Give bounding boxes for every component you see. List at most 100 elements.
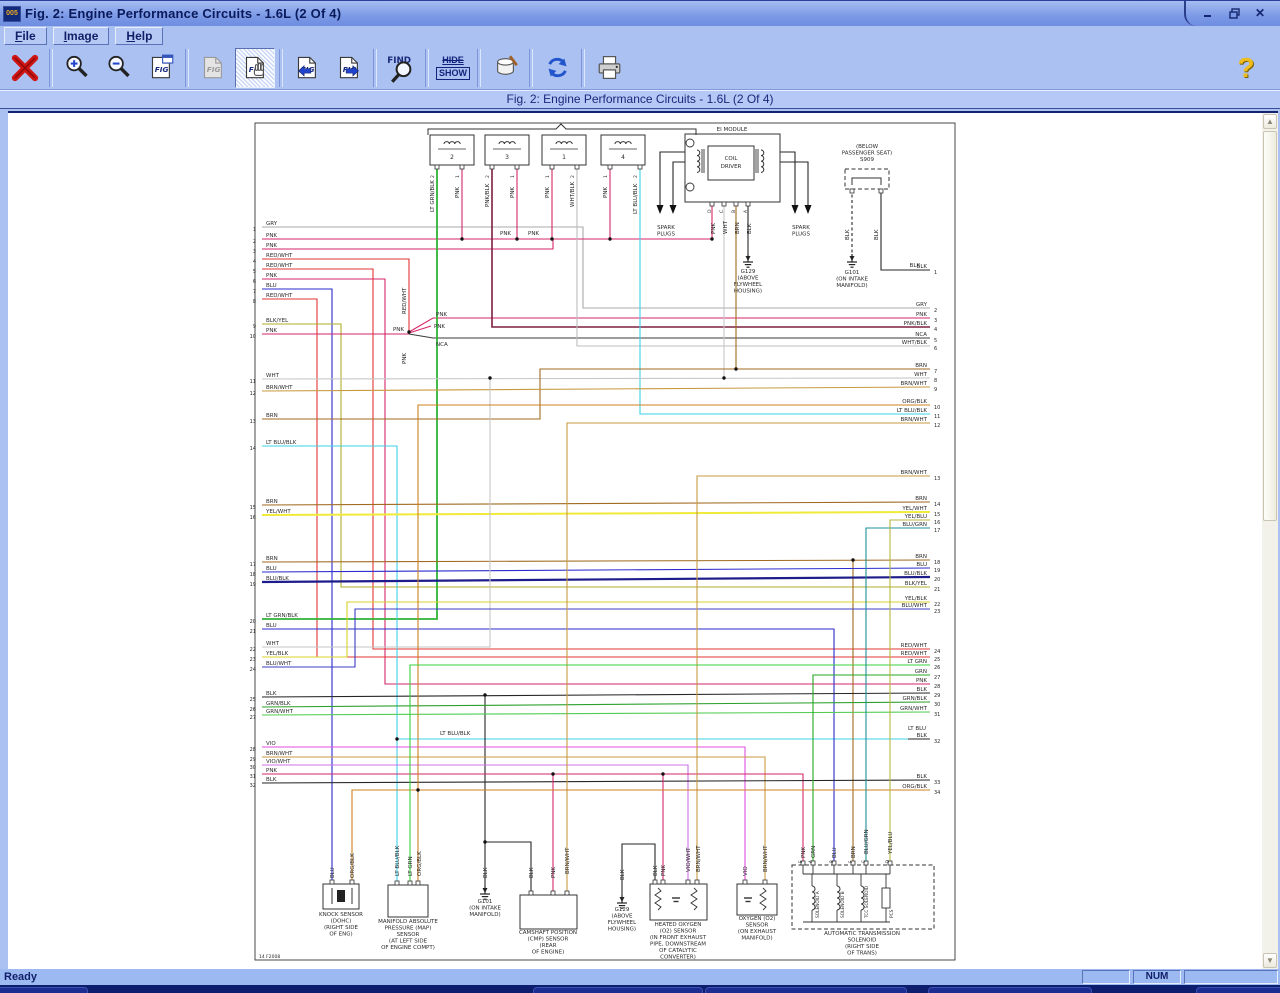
- svg-text:PNK: PNK: [661, 865, 667, 876]
- svg-text:18: 18: [250, 572, 256, 578]
- svg-text:HOUSING): HOUSING): [734, 289, 762, 295]
- svg-text:RED/WHT: RED/WHT: [266, 293, 293, 299]
- svg-text:BLK: BLK: [747, 223, 753, 234]
- svg-text:CONVERTER): CONVERTER): [660, 955, 696, 961]
- svg-text:BRN: BRN: [915, 554, 927, 560]
- svg-text:S909: S909: [860, 157, 874, 163]
- svg-text:LT GRN: LT GRN: [907, 659, 927, 665]
- scrollbar-thumb[interactable]: [1263, 131, 1277, 521]
- svg-text:20: 20: [934, 577, 940, 583]
- svg-text:SOLENOID A: SOLENOID A: [815, 891, 821, 918]
- svg-text:BRN/WHT: BRN/WHT: [901, 417, 928, 423]
- svg-text:SOLENOID B: SOLENOID B: [840, 891, 846, 918]
- svg-text:LT GRN/BLK: LT GRN/BLK: [266, 613, 298, 619]
- toolbar-button-next-figure[interactable]: FIG: [329, 48, 369, 88]
- svg-text:GRN: GRN: [811, 846, 817, 858]
- toolbar-separator: [49, 49, 53, 87]
- toolbar-button-refresh[interactable]: [537, 48, 577, 88]
- svg-text:2: 2: [633, 175, 639, 178]
- toolbar-button-figure-list[interactable]: FIG: [141, 48, 181, 88]
- svg-text:10: 10: [250, 334, 256, 340]
- svg-text:3: 3: [505, 154, 509, 161]
- svg-text:B: B: [731, 210, 737, 213]
- svg-text:2: 2: [253, 239, 256, 245]
- svg-text:BLU: BLU: [266, 623, 277, 629]
- vertical-scrollbar[interactable]: ▲ ▼: [1262, 113, 1278, 969]
- svg-text:1: 1: [455, 175, 461, 178]
- svg-text:VIO: VIO: [266, 741, 276, 747]
- restore-button-icon[interactable]: [1226, 7, 1242, 21]
- svg-text:PNK: PNK: [551, 867, 557, 878]
- svg-text:MANIFOLD): MANIFOLD): [469, 912, 500, 918]
- svg-text:BRN: BRN: [851, 846, 857, 858]
- svg-text:SENSOR: SENSOR: [397, 932, 420, 938]
- toolbar-button-close-figure[interactable]: [5, 48, 45, 88]
- status-cell-extra: [1184, 970, 1278, 984]
- svg-text:19: 19: [934, 568, 940, 574]
- svg-text:PNK: PNK: [801, 847, 807, 858]
- svg-text:E: E: [798, 860, 803, 863]
- svg-text:3: 3: [253, 249, 256, 255]
- toolbar-button-redraw[interactable]: [485, 48, 525, 88]
- svg-text:BLU: BLU: [916, 562, 927, 568]
- svg-text:MANIFOLD): MANIFOLD): [836, 283, 867, 289]
- taskbar-item: [1196, 987, 1280, 993]
- toolbar-button-hide-show[interactable]: HIDESHOW: [433, 48, 473, 88]
- svg-text:YEL/BLK: YEL/BLK: [265, 651, 289, 657]
- toolbar-button-zoom-out[interactable]: [99, 48, 139, 88]
- svg-text:BRN: BRN: [266, 413, 278, 419]
- svg-text:BLU: BLU: [266, 566, 277, 572]
- svg-text:LT GRN: LT GRN: [408, 856, 414, 876]
- menu-file[interactable]: File: [4, 27, 47, 45]
- svg-text:BRN: BRN: [915, 363, 927, 369]
- app-window: 005 Fig. 2: Engine Performance Circuits …: [0, 0, 1280, 993]
- status-cell-caps: [1082, 970, 1130, 984]
- svg-text:28: 28: [250, 747, 256, 753]
- svg-text:WHT: WHT: [266, 373, 280, 379]
- title-bar: 005 Fig. 2: Engine Performance Circuits …: [0, 0, 1280, 26]
- minimize-button-icon[interactable]: [1200, 7, 1216, 21]
- close-button-icon[interactable]: ✕: [1252, 7, 1268, 21]
- svg-text:BLU: BLU: [832, 847, 838, 858]
- svg-text:WHT/BLK: WHT/BLK: [902, 340, 928, 346]
- taskbar-start-button: [0, 987, 88, 993]
- toolbar-button-find[interactable]: FIND: [381, 48, 421, 88]
- menu-help[interactable]: Help: [115, 27, 163, 45]
- toolbar-button-figure-pan[interactable]: FIG: [235, 48, 275, 88]
- scroll-up-icon[interactable]: ▲: [1263, 114, 1277, 129]
- svg-text:19: 19: [250, 582, 256, 588]
- svg-text:7: 7: [934, 369, 937, 375]
- svg-text:21: 21: [250, 629, 256, 635]
- svg-text:BLU/BLK: BLU/BLK: [904, 571, 927, 577]
- svg-text:GRN/BLK: GRN/BLK: [266, 701, 291, 707]
- help-button[interactable]: ?: [1226, 52, 1266, 84]
- svg-text:FLYWHEEL: FLYWHEEL: [734, 282, 763, 288]
- app-icon: 005: [3, 6, 21, 22]
- toolbar-button-print[interactable]: [589, 48, 629, 88]
- svg-text:COIL: COIL: [725, 156, 739, 162]
- toolbar-button-zoom-in[interactable]: [57, 48, 97, 88]
- svg-text:KNOCK SENSOR: KNOCK SENSOR: [319, 912, 363, 918]
- scroll-down-icon[interactable]: ▼: [1263, 953, 1277, 968]
- svg-text:4: 4: [934, 327, 937, 333]
- svg-text:B: B: [829, 860, 834, 863]
- svg-text:A: A: [808, 860, 813, 863]
- svg-text:9: 9: [934, 387, 937, 393]
- svg-text:1: 1: [253, 227, 256, 233]
- svg-text:12: 12: [934, 423, 940, 429]
- svg-text:(RIGHT SIDE: (RIGHT SIDE: [845, 944, 879, 950]
- svg-text:BLU/GRN: BLU/GRN: [864, 829, 870, 854]
- menu-image[interactable]: Image: [53, 27, 110, 45]
- svg-text:LT BLU/BLK: LT BLU/BLK: [395, 845, 401, 876]
- taskbar-item: [533, 987, 703, 993]
- toolbar-button-figure-ghost[interactable]: FIG: [193, 48, 233, 88]
- toolbar-button-previous-figure[interactable]: FIG: [287, 48, 327, 88]
- svg-text:BLU/BLK: BLU/BLK: [266, 576, 289, 582]
- svg-text:27: 27: [250, 715, 256, 721]
- svg-text:20: 20: [250, 619, 256, 625]
- svg-text:FIG: FIG: [206, 65, 220, 74]
- svg-text:YEL/WHT: YEL/WHT: [265, 509, 291, 515]
- svg-text:YEL/BLU: YEL/BLU: [888, 832, 894, 855]
- svg-text:PNK: PNK: [402, 353, 408, 364]
- svg-text:1: 1: [510, 175, 516, 178]
